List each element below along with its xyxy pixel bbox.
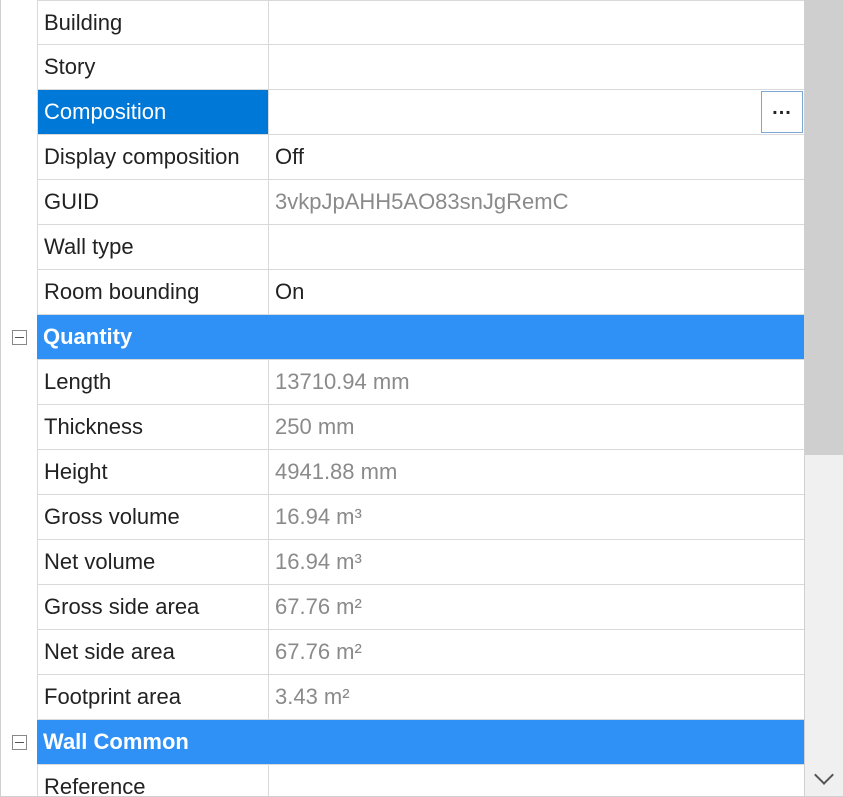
label-height: Height xyxy=(37,450,269,495)
collapse-icon[interactable] xyxy=(12,330,27,345)
row-story[interactable]: Story xyxy=(1,45,804,90)
section-wall-common-title: Wall Common xyxy=(37,720,804,765)
row-gutter xyxy=(1,360,37,405)
value-story[interactable] xyxy=(269,45,804,90)
row-gross-volume[interactable]: Gross volume 16.94 m³ xyxy=(1,495,804,540)
label-story: Story xyxy=(37,45,269,90)
row-room-bounding[interactable]: Room bounding On xyxy=(1,270,804,315)
value-wall-type[interactable] xyxy=(269,225,804,270)
row-gutter xyxy=(1,225,37,270)
label-display-composition: Display composition xyxy=(37,135,269,180)
row-wall-type[interactable]: Wall type xyxy=(1,225,804,270)
row-building[interactable]: Building xyxy=(1,0,804,45)
value-gross-volume: 16.94 m³ xyxy=(269,495,804,540)
section-wall-common[interactable]: Wall Common xyxy=(1,720,804,765)
row-height[interactable]: Height 4941.88 mm xyxy=(1,450,804,495)
value-building[interactable] xyxy=(269,0,804,45)
row-net-volume[interactable]: Net volume 16.94 m³ xyxy=(1,540,804,585)
label-composition: Composition xyxy=(37,90,269,135)
label-net-volume: Net volume xyxy=(37,540,269,585)
vertical-scrollbar[interactable] xyxy=(805,0,843,797)
label-wall-type: Wall type xyxy=(37,225,269,270)
section-gutter[interactable] xyxy=(1,720,37,765)
label-gross-volume: Gross volume xyxy=(37,495,269,540)
label-length: Length xyxy=(37,360,269,405)
label-gross-side-area: Gross side area xyxy=(37,585,269,630)
value-room-bounding[interactable]: On xyxy=(269,270,804,315)
value-reference[interactable] xyxy=(269,765,804,797)
value-height: 4941.88 mm xyxy=(269,450,804,495)
value-gross-side-area: 67.76 m² xyxy=(269,585,804,630)
row-gutter xyxy=(1,405,37,450)
row-reference[interactable]: Reference xyxy=(1,765,804,797)
row-display-composition[interactable]: Display composition Off xyxy=(1,135,804,180)
row-gutter xyxy=(1,0,37,45)
row-gutter xyxy=(1,585,37,630)
label-room-bounding: Room bounding xyxy=(37,270,269,315)
section-quantity[interactable]: Quantity xyxy=(1,315,804,360)
value-composition[interactable]: ... xyxy=(269,90,804,135)
row-composition[interactable]: Composition ... xyxy=(1,90,804,135)
property-grid: Building Story Composition ... Display c… xyxy=(0,0,805,797)
scroll-down-button[interactable] xyxy=(805,759,843,797)
row-gutter xyxy=(1,45,37,90)
property-panel: Building Story Composition ... Display c… xyxy=(0,0,843,797)
row-gutter xyxy=(1,270,37,315)
row-gross-side-area[interactable]: Gross side area 67.76 m² xyxy=(1,585,804,630)
section-gutter[interactable] xyxy=(1,315,37,360)
row-gutter xyxy=(1,90,37,135)
row-gutter xyxy=(1,135,37,180)
section-quantity-title: Quantity xyxy=(37,315,804,360)
scrollbar-thumb[interactable] xyxy=(805,0,843,455)
label-net-side-area: Net side area xyxy=(37,630,269,675)
chevron-down-icon xyxy=(816,773,832,783)
row-gutter xyxy=(1,675,37,720)
row-net-side-area[interactable]: Net side area 67.76 m² xyxy=(1,630,804,675)
value-thickness: 250 mm xyxy=(269,405,804,450)
value-net-volume: 16.94 m³ xyxy=(269,540,804,585)
label-building: Building xyxy=(37,0,269,45)
collapse-icon[interactable] xyxy=(12,735,27,750)
label-guid: GUID xyxy=(37,180,269,225)
label-reference: Reference xyxy=(37,765,269,797)
label-footprint-area: Footprint area xyxy=(37,675,269,720)
row-gutter xyxy=(1,495,37,540)
row-gutter xyxy=(1,540,37,585)
value-length: 13710.94 mm xyxy=(269,360,804,405)
row-gutter xyxy=(1,450,37,495)
ellipsis-icon: ... xyxy=(772,90,792,130)
label-thickness: Thickness xyxy=(37,405,269,450)
value-footprint-area: 3.43 m² xyxy=(269,675,804,720)
row-gutter xyxy=(1,630,37,675)
row-guid[interactable]: GUID 3vkpJpAHH5AO83snJgRemC xyxy=(1,180,804,225)
value-display-composition[interactable]: Off xyxy=(269,135,804,180)
value-guid: 3vkpJpAHH5AO83snJgRemC xyxy=(269,180,804,225)
value-net-side-area: 67.76 m² xyxy=(269,630,804,675)
row-length[interactable]: Length 13710.94 mm xyxy=(1,360,804,405)
row-gutter xyxy=(1,180,37,225)
composition-browse-button[interactable]: ... xyxy=(761,91,803,133)
row-footprint-area[interactable]: Footprint area 3.43 m² xyxy=(1,675,804,720)
row-thickness[interactable]: Thickness 250 mm xyxy=(1,405,804,450)
row-gutter xyxy=(1,765,37,797)
